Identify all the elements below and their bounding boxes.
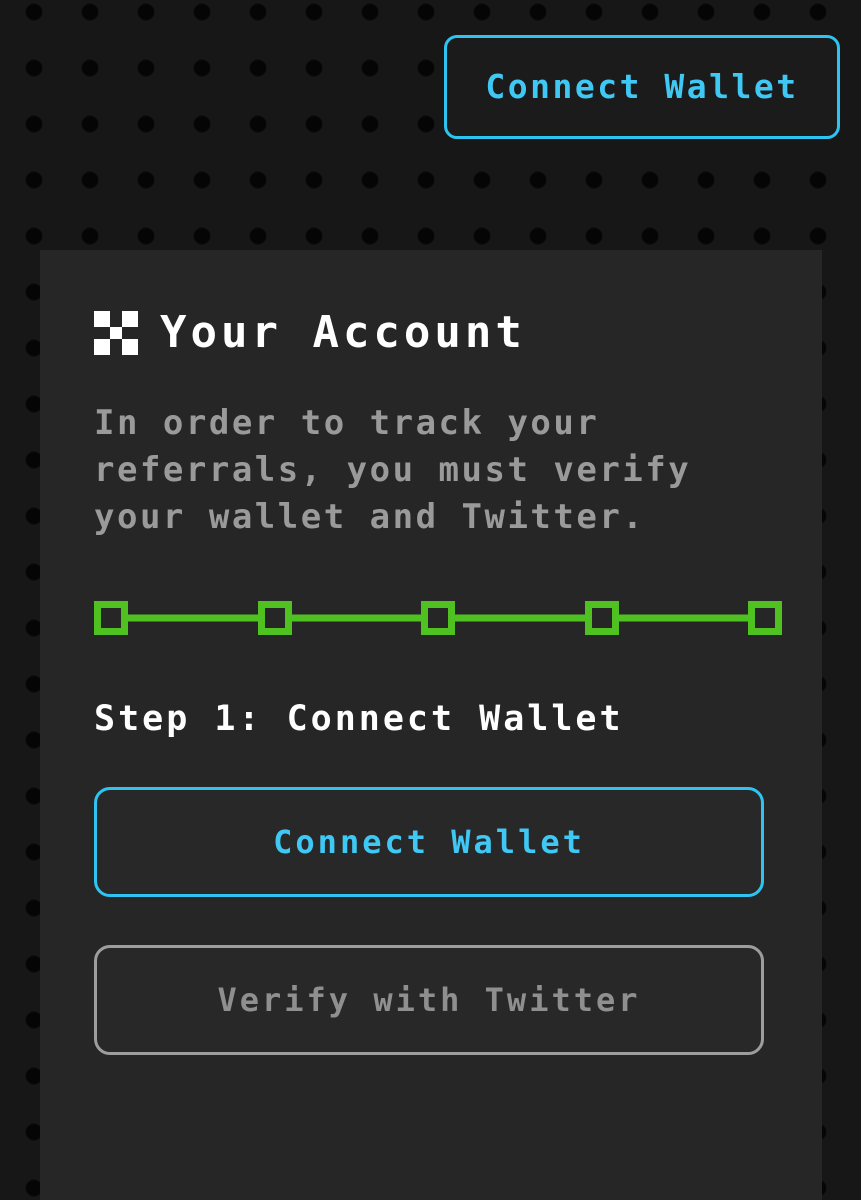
progress-node-4 [584,601,619,635]
connect-wallet-button[interactable]: Connect Wallet [94,787,764,897]
page-title: Your Account [160,307,526,358]
header-connect-wallet-button[interactable]: Connect Wallet [444,35,840,139]
card-description: In order to track your referrals, you mu… [94,403,692,537]
pixel-cross-icon [94,311,138,355]
top-bar: Connect Wallet [0,0,861,180]
card-title-row: Your Account [94,310,768,356]
verify-with-twitter-button[interactable]: Verify with Twitter [94,945,764,1055]
progress-indicator [94,601,782,635]
current-step-label: Step 1: Connect Wallet [94,699,624,739]
progress-node-3 [421,601,455,635]
progress-node-1 [94,601,128,635]
progress-node-2 [257,601,292,635]
account-card: Your Account In order to track your refe… [40,250,822,1200]
progress-node-5 [748,601,782,635]
